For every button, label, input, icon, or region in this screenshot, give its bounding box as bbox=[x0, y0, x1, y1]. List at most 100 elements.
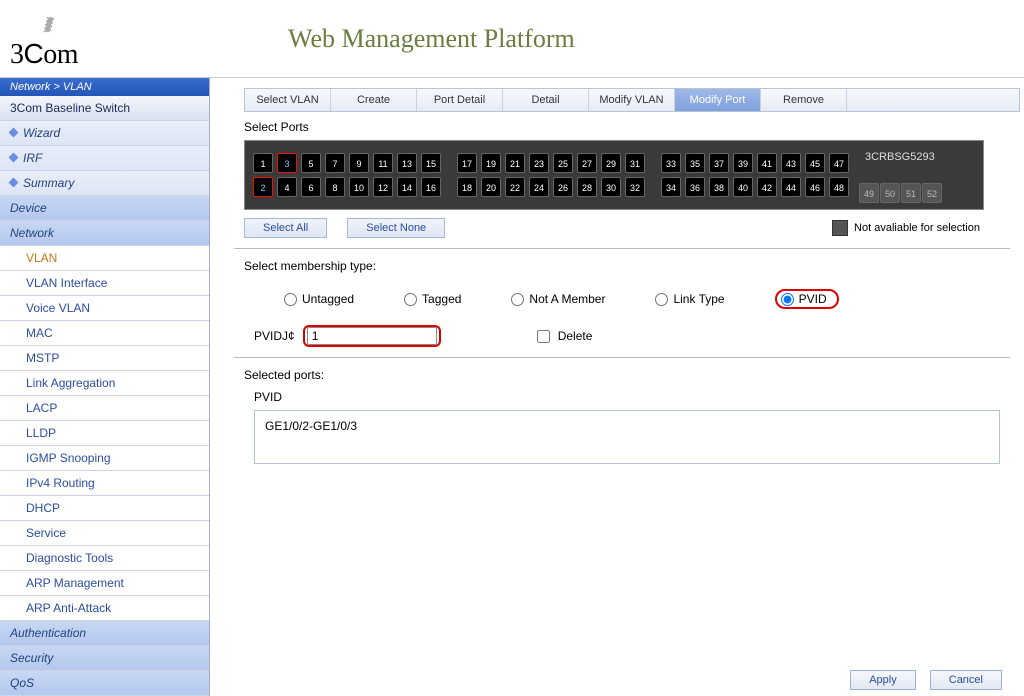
sidebar-item-device[interactable]: Device bbox=[0, 196, 209, 221]
port-36[interactable]: 36 bbox=[685, 177, 705, 197]
port-19[interactable]: 19 bbox=[481, 153, 501, 173]
port-37[interactable]: 37 bbox=[709, 153, 729, 173]
sidebar-item-irf[interactable]: IRF bbox=[0, 146, 209, 171]
tab-port-detail[interactable]: Port Detail bbox=[417, 89, 503, 111]
port-41[interactable]: 41 bbox=[757, 153, 777, 173]
port-44[interactable]: 44 bbox=[781, 177, 801, 197]
port-14[interactable]: 14 bbox=[397, 177, 417, 197]
port-47[interactable]: 47 bbox=[829, 153, 849, 173]
port-1[interactable]: 1 bbox=[253, 153, 273, 173]
port-42[interactable]: 42 bbox=[757, 177, 777, 197]
sidebar-item-label: IRF bbox=[23, 151, 42, 165]
port-45[interactable]: 45 bbox=[805, 153, 825, 173]
port-25[interactable]: 25 bbox=[553, 153, 573, 173]
sidebar-item-link-aggregation[interactable]: Link Aggregation bbox=[0, 371, 209, 396]
membership-radio-not-a-member[interactable]: Not A Member bbox=[511, 292, 605, 306]
radio-input[interactable] bbox=[284, 293, 297, 306]
membership-radio-pvid[interactable]: PVID bbox=[775, 289, 839, 309]
sidebar-item-security[interactable]: Security bbox=[0, 646, 209, 671]
port-11[interactable]: 11 bbox=[373, 153, 393, 173]
port-29[interactable]: 29 bbox=[601, 153, 621, 173]
tab-modify-vlan[interactable]: Modify VLAN bbox=[589, 89, 675, 111]
port-15[interactable]: 15 bbox=[421, 153, 441, 173]
radio-input[interactable] bbox=[511, 293, 524, 306]
sidebar-root[interactable]: 3Com Baseline Switch bbox=[0, 96, 209, 121]
tab-select-vlan[interactable]: Select VLAN bbox=[245, 89, 331, 111]
port-18[interactable]: 18 bbox=[457, 177, 477, 197]
port-17[interactable]: 17 bbox=[457, 153, 477, 173]
sidebar-item-lacp[interactable]: LACP bbox=[0, 396, 209, 421]
sidebar-item-summary[interactable]: Summary bbox=[0, 171, 209, 196]
sidebar-item-igmp-snooping[interactable]: IGMP Snooping bbox=[0, 446, 209, 471]
sidebar-item-mac[interactable]: MAC bbox=[0, 321, 209, 346]
port-20[interactable]: 20 bbox=[481, 177, 501, 197]
diamond-icon bbox=[9, 153, 19, 163]
port-9[interactable]: 9 bbox=[349, 153, 369, 173]
port-21[interactable]: 21 bbox=[505, 153, 525, 173]
membership-radio-tagged[interactable]: Tagged bbox=[404, 292, 461, 306]
tab-create[interactable]: Create bbox=[331, 89, 417, 111]
port-48[interactable]: 48 bbox=[829, 177, 849, 197]
port-40[interactable]: 40 bbox=[733, 177, 753, 197]
sidebar-item-service[interactable]: Service bbox=[0, 521, 209, 546]
sidebar-item-diagnostic-tools[interactable]: Diagnostic Tools bbox=[0, 546, 209, 571]
radio-input[interactable] bbox=[404, 293, 417, 306]
port-43[interactable]: 43 bbox=[781, 153, 801, 173]
port-10[interactable]: 10 bbox=[349, 177, 369, 197]
port-31[interactable]: 31 bbox=[625, 153, 645, 173]
select-all-button[interactable]: Select All bbox=[244, 218, 327, 238]
port-23[interactable]: 23 bbox=[529, 153, 549, 173]
tab-detail[interactable]: Detail bbox=[503, 89, 589, 111]
port-5[interactable]: 5 bbox=[301, 153, 321, 173]
port-46[interactable]: 46 bbox=[805, 177, 825, 197]
select-none-button[interactable]: Select None bbox=[347, 218, 445, 238]
port-35[interactable]: 35 bbox=[685, 153, 705, 173]
delete-label: Delete bbox=[558, 329, 593, 343]
sidebar-item-authentication[interactable]: Authentication bbox=[0, 621, 209, 646]
port-2[interactable]: 2 bbox=[253, 177, 273, 197]
port-3[interactable]: 3 bbox=[277, 153, 297, 173]
sidebar-item-arp-anti-attack[interactable]: ARP Anti-Attack bbox=[0, 596, 209, 621]
membership-radio-untagged[interactable]: Untagged bbox=[284, 292, 354, 306]
sidebar-item-lldp[interactable]: LLDP bbox=[0, 421, 209, 446]
membership-radio-link-type[interactable]: Link Type bbox=[655, 292, 724, 306]
port-28[interactable]: 28 bbox=[577, 177, 597, 197]
port-27[interactable]: 27 bbox=[577, 153, 597, 173]
port-8[interactable]: 8 bbox=[325, 177, 345, 197]
sidebar-item-arp-management[interactable]: ARP Management bbox=[0, 571, 209, 596]
port-22[interactable]: 22 bbox=[505, 177, 525, 197]
port-24[interactable]: 24 bbox=[529, 177, 549, 197]
port-32[interactable]: 32 bbox=[625, 177, 645, 197]
radio-input[interactable] bbox=[781, 293, 794, 306]
port-12[interactable]: 12 bbox=[373, 177, 393, 197]
sidebar-item-network[interactable]: Network bbox=[0, 221, 209, 246]
sidebar-item-wizard[interactable]: Wizard bbox=[0, 121, 209, 146]
port-38[interactable]: 38 bbox=[709, 177, 729, 197]
sidebar-item-mstp[interactable]: MSTP bbox=[0, 346, 209, 371]
pvid-input-highlight bbox=[303, 325, 441, 347]
cancel-button[interactable]: Cancel bbox=[930, 670, 1002, 690]
tab-modify-port[interactable]: Modify Port bbox=[675, 89, 761, 111]
port-26[interactable]: 26 bbox=[553, 177, 573, 197]
port-7[interactable]: 7 bbox=[325, 153, 345, 173]
sidebar-item-vlan[interactable]: VLAN bbox=[0, 246, 209, 271]
port-4[interactable]: 4 bbox=[277, 177, 297, 197]
port-6[interactable]: 6 bbox=[301, 177, 321, 197]
sidebar-item-vlan-interface[interactable]: VLAN Interface bbox=[0, 271, 209, 296]
port-33[interactable]: 33 bbox=[661, 153, 681, 173]
port-39[interactable]: 39 bbox=[733, 153, 753, 173]
sidebar-item-qos[interactable]: QoS bbox=[0, 671, 209, 696]
pvid-input[interactable] bbox=[307, 327, 437, 345]
sidebar-item-voice-vlan[interactable]: Voice VLAN bbox=[0, 296, 209, 321]
sidebar-item-ipv4-routing[interactable]: IPv4 Routing bbox=[0, 471, 209, 496]
apply-button[interactable]: Apply bbox=[850, 670, 916, 690]
radio-input[interactable] bbox=[655, 293, 668, 306]
port-34[interactable]: 34 bbox=[661, 177, 681, 197]
port-16[interactable]: 16 bbox=[421, 177, 441, 197]
delete-checkbox[interactable] bbox=[537, 330, 550, 343]
switch-port-panel: 1234567891011121314151617181920212223242… bbox=[244, 140, 984, 210]
port-30[interactable]: 30 bbox=[601, 177, 621, 197]
tab-remove[interactable]: Remove bbox=[761, 89, 847, 111]
port-13[interactable]: 13 bbox=[397, 153, 417, 173]
sidebar-item-dhcp[interactable]: DHCP bbox=[0, 496, 209, 521]
